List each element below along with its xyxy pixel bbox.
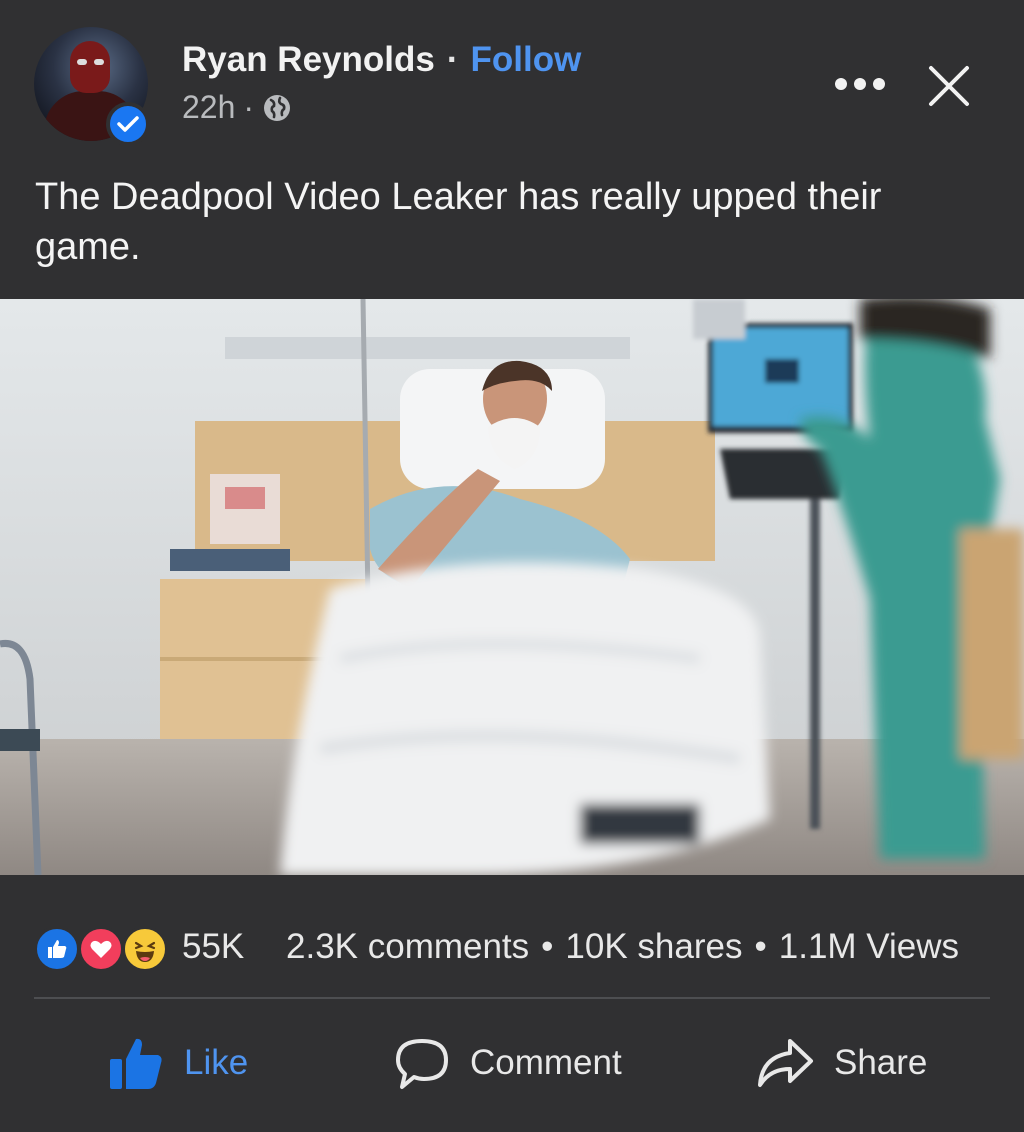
like-label: Like: [184, 1043, 249, 1082]
share-label: Share: [834, 1043, 928, 1082]
views-count: 1.1M Views: [778, 927, 960, 966]
stat-bullet: •: [754, 927, 767, 966]
post-caption: The Deadpool Video Leaker has really upp…: [35, 176, 882, 268]
haha-reaction-icon: [122, 926, 168, 972]
name-separator: ·: [446, 40, 459, 79]
author-row: Ryan Reynolds · Follow: [182, 40, 581, 80]
comment-label: Comment: [470, 1043, 622, 1082]
verified-badge-icon: [106, 102, 150, 146]
meta-separator: ·: [243, 89, 255, 125]
follow-button[interactable]: Follow: [471, 40, 582, 80]
avatar-eye: [77, 59, 87, 65]
engagement-summary: 2.3K comments • 10K shares • 1.1M Views: [286, 927, 959, 967]
like-reaction-icon: [34, 926, 80, 972]
more-dots-icon[interactable]: [835, 72, 885, 96]
share-icon: [758, 1039, 813, 1087]
more-dot: [835, 78, 847, 90]
reaction-icons[interactable]: [34, 926, 174, 972]
more-dot: [873, 78, 885, 90]
comment-button[interactable]: Comment: [394, 1028, 622, 1098]
love-reaction-icon: [78, 926, 124, 972]
shares-count[interactable]: 10K shares: [565, 927, 742, 966]
author-name[interactable]: Ryan Reynolds: [182, 40, 435, 80]
more-dot: [854, 78, 866, 90]
avatar-mask: [70, 41, 110, 93]
post-video[interactable]: [0, 299, 1024, 875]
comments-count[interactable]: 2.3K comments: [286, 927, 529, 966]
avatar-eye: [94, 59, 104, 65]
video-frame: [0, 299, 1024, 875]
post-time[interactable]: 22h: [182, 89, 235, 126]
reaction-count[interactable]: 55K: [182, 927, 244, 967]
post-header: Ryan Reynolds · Follow 22h ·: [0, 0, 1024, 165]
comment-icon: [396, 1039, 448, 1089]
stat-bullet: •: [541, 927, 554, 966]
share-button[interactable]: Share: [756, 1028, 927, 1098]
like-button[interactable]: Like: [108, 1028, 248, 1098]
close-icon[interactable]: [925, 62, 973, 110]
divider: [34, 997, 990, 999]
like-icon: [110, 1038, 162, 1089]
post-meta: 22h ·: [182, 89, 292, 126]
globe-icon: [264, 94, 291, 121]
action-bar: Like Comment Share: [0, 1028, 1024, 1098]
post-stats: 55K 2.3K comments • 10K shares • 1.1M Views: [0, 918, 1024, 978]
